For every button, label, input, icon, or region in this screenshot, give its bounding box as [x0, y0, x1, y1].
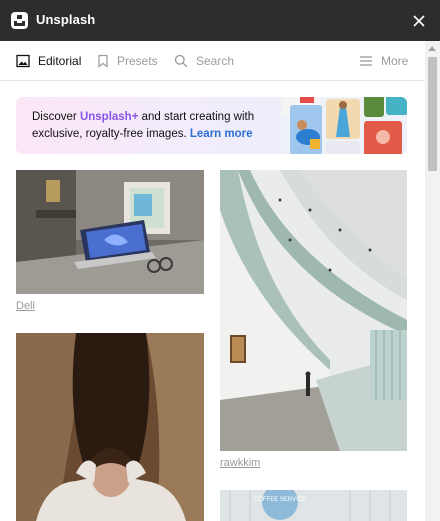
- close-button[interactable]: [408, 10, 430, 32]
- scroll-up-arrow-icon[interactable]: [428, 46, 436, 51]
- tab-search-label: Search: [196, 54, 235, 68]
- toolbar: Editorial Presets Search More: [0, 41, 425, 81]
- photo-rawkkim-image: [220, 170, 407, 451]
- promo-collage-image: [280, 97, 407, 154]
- scrollbar-thumb[interactable]: [428, 57, 437, 171]
- title-bar: Unsplash: [0, 0, 440, 41]
- more-label: More: [381, 54, 409, 68]
- search-icon: [174, 54, 188, 68]
- photo-woman-image: [16, 333, 204, 521]
- bookmark-icon: [98, 54, 108, 68]
- tab-presets-label: Presets: [117, 54, 158, 68]
- image-icon: [16, 54, 30, 68]
- menu-icon: [360, 56, 372, 66]
- photo-building-image: COFFEE SERVICE: [220, 490, 407, 521]
- unsplash-plus-promo[interactable]: Discover Unsplash+ and start creating wi…: [16, 97, 407, 154]
- tab-search[interactable]: Search: [174, 41, 234, 81]
- photo-rawkkim[interactable]: [220, 170, 407, 451]
- tab-presets[interactable]: Presets: [97, 41, 158, 81]
- building-sign-text: COFFEE SERVICE: [254, 497, 306, 503]
- learn-more-link[interactable]: Learn more: [190, 128, 253, 140]
- more-menu-button[interactable]: More: [359, 41, 408, 81]
- promo-text: Discover Unsplash+ and start creating wi…: [32, 109, 282, 143]
- photo-dell-image: [16, 170, 204, 294]
- promo-discover: Discover: [32, 111, 80, 123]
- scrollbar[interactable]: [425, 41, 440, 521]
- app-title: Unsplash: [36, 12, 96, 27]
- photo-credit-rawkkim[interactable]: rawkkim: [220, 457, 260, 469]
- photo-woman[interactable]: [16, 333, 204, 521]
- photo-building[interactable]: COFFEE SERVICE: [220, 490, 407, 521]
- promo-brand: Unsplash+: [79, 111, 139, 123]
- photo-credit-dell[interactable]: Dell: [16, 300, 35, 312]
- photo-dell[interactable]: [16, 170, 204, 294]
- tab-editorial[interactable]: Editorial: [16, 41, 81, 81]
- tab-editorial-label: Editorial: [38, 54, 82, 68]
- unsplash-logo-icon: [11, 12, 28, 29]
- close-icon: [413, 15, 425, 27]
